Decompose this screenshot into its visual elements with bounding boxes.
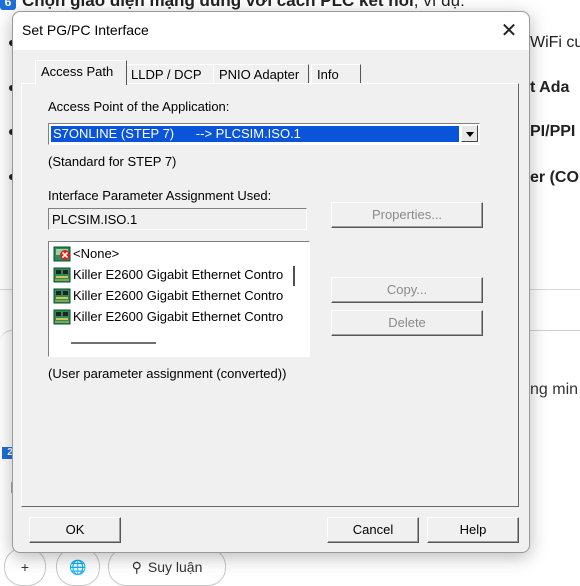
access-point-label: Access Point of the Application:: [48, 99, 230, 114]
delete-button[interactable]: Delete: [331, 310, 483, 336]
tab-info[interactable]: Info: [311, 64, 361, 84]
web-button[interactable]: 🌐: [56, 548, 100, 586]
chevron-down-icon[interactable]: [461, 125, 478, 142]
card-text-right: ng min: [530, 381, 579, 398]
list-item-label: Killer E2600 Gigabit Ethernet Contro: [73, 267, 284, 282]
cancel-button[interactable]: Cancel: [327, 517, 419, 543]
close-button[interactable]: ✕: [495, 18, 523, 44]
title-bar: Set PG/PC Interface ✕: [13, 12, 529, 50]
step-heading: 6 Chọn giao diện mạng đúng với cách PLC k…: [0, 0, 465, 11]
none-icon: [53, 246, 71, 262]
access-point-note: (Standard for STEP 7): [48, 154, 177, 169]
search-icon: ⚲: [131, 558, 142, 575]
ok-button[interactable]: OK: [29, 517, 121, 543]
set-pgpc-interface-dialog: Set PG/PC Interface ✕ Access Path LLDP /…: [12, 11, 530, 553]
properties-button[interactable]: Properties...: [331, 202, 483, 228]
list-item-label: Killer E2600 Gigabit Ethernet Contro: [73, 309, 284, 324]
horizontal-scrollbar[interactable]: [71, 342, 156, 344]
interface-list[interactable]: <None> Killer E2600 Gigabit Ethernet Con…: [48, 241, 310, 357]
help-button[interactable]: Help: [427, 517, 519, 543]
network-adapter-icon: [53, 267, 71, 283]
tab-pnio-adapter[interactable]: PNIO Adapter: [213, 64, 309, 84]
access-point-value: S7ONLINE (STEP 7) --> PLCSIM.ISO.1: [51, 126, 459, 142]
globe-icon: 🌐: [69, 558, 87, 575]
list-item-label: <None>: [73, 246, 120, 261]
dialog-title: Set PG/PC Interface: [22, 22, 149, 38]
bullet-text-4: er (CO: [530, 169, 579, 186]
list-item-label: Killer E2600 Gigabit Ethernet Contro: [73, 288, 284, 303]
interface-field: PLCSIM.ISO.1: [48, 208, 307, 230]
tab-access-path[interactable]: Access Path: [35, 60, 127, 85]
interface-label: Interface Parameter Assignment Used:: [48, 188, 272, 203]
plus-icon: +: [20, 559, 30, 575]
access-point-dropdown[interactable]: S7ONLINE (STEP 7) --> PLCSIM.ISO.1: [48, 123, 480, 145]
step-heading-bold: Chọn giao diện mạng đúng với cách PLC kế…: [22, 0, 414, 10]
reasoning-label: Suy luận: [147, 559, 203, 575]
bullet-text-2: t Ada: [530, 79, 570, 96]
close-icon: ✕: [500, 20, 518, 42]
tab-lldp-dcp[interactable]: LLDP / DCP: [125, 64, 215, 84]
bullet-text-3: PI/PPI: [530, 123, 576, 140]
step-heading-rest: , ví dụ:: [413, 0, 465, 10]
network-adapter-icon: [53, 309, 71, 325]
step-number-badge: 6: [0, 0, 16, 10]
network-adapter-icon: [53, 288, 71, 304]
bullet-text-1: WiFi cu: [530, 34, 580, 51]
add-button[interactable]: +: [4, 548, 46, 586]
reasoning-button[interactable]: ⚲ Suy luận: [108, 548, 226, 586]
assignment-note: (User parameter assignment (converted)): [48, 366, 287, 381]
vertical-scrollbar[interactable]: [293, 266, 295, 286]
copy-button[interactable]: Copy...: [331, 277, 483, 303]
interface-list-items: <None> Killer E2600 Gigabit Ethernet Con…: [49, 242, 289, 335]
